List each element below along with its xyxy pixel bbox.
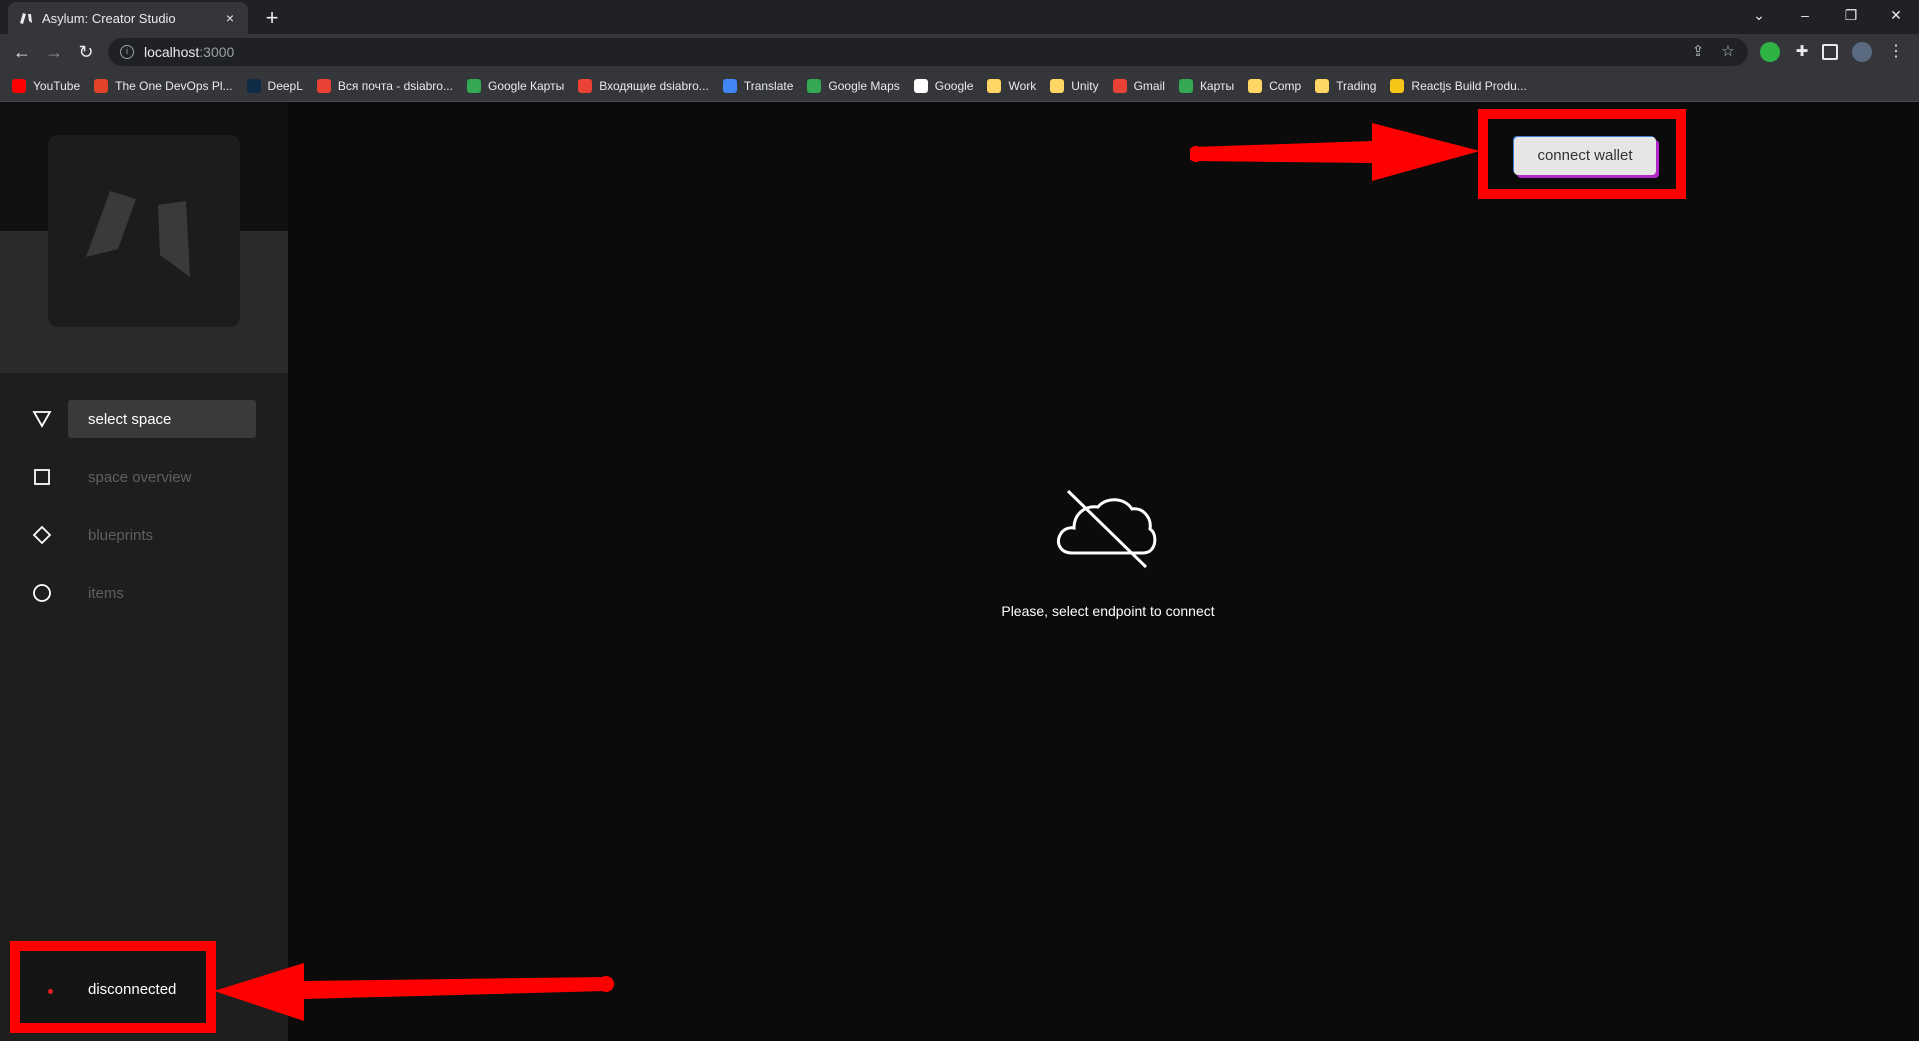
empty-state-message: Please, select endpoint to connect xyxy=(1001,603,1215,619)
extension-green-icon[interactable] xyxy=(1760,42,1780,62)
connection-status: disconnected xyxy=(10,941,216,1033)
tab-title: Asylum: Creator Studio xyxy=(42,10,176,26)
address-bar[interactable]: i localhost :3000 ⇪ ☆ xyxy=(108,38,1748,66)
nav-item-space-overview[interactable]: space overview xyxy=(0,458,288,496)
bookmark-favicon-icon xyxy=(1112,78,1127,93)
extensions-puzzle-icon[interactable]: ✚ xyxy=(1792,42,1812,62)
bookmark-favicon-icon xyxy=(578,78,593,93)
bookmark-label: Карты xyxy=(1199,78,1235,93)
tab-close-icon[interactable]: × xyxy=(222,10,238,26)
nav-item-label: blueprints xyxy=(88,526,154,544)
nav-item-blueprints[interactable]: blueprints xyxy=(0,516,288,554)
status-dot-icon xyxy=(48,989,53,994)
bookmark-item[interactable]: Translate xyxy=(722,78,794,93)
bookmark-label: Comp xyxy=(1269,78,1302,93)
nav-item-label: select space xyxy=(88,410,172,428)
bookmark-label: Google Карты xyxy=(487,78,565,93)
bookmark-item[interactable]: DeepL xyxy=(246,78,303,93)
nav-item-label: space overview xyxy=(88,468,192,486)
connect-wallet-button[interactable]: connect wallet xyxy=(1514,137,1656,175)
bookmark-label: Translate xyxy=(743,78,794,93)
new-tab-button[interactable]: + xyxy=(258,4,286,32)
bookmark-favicon-icon xyxy=(466,78,481,93)
bookmark-item[interactable]: Gmail xyxy=(1112,78,1165,93)
bookmark-label: Google Maps xyxy=(828,78,900,93)
bookmark-label: Входящие dsiabro... xyxy=(599,78,709,93)
diamond-icon xyxy=(30,523,54,547)
bookmark-label: Work xyxy=(1008,78,1037,93)
restore-icon[interactable]: ❐ xyxy=(1828,0,1874,30)
url-host: localhost xyxy=(144,44,200,60)
bookmark-favicon-icon xyxy=(987,78,1002,93)
forward-icon[interactable]: → xyxy=(40,38,68,66)
bookmark-label: Gmail xyxy=(1133,78,1165,93)
profile-avatar[interactable] xyxy=(1852,42,1872,62)
bookmark-item[interactable]: YouTube xyxy=(12,78,81,93)
bookmark-item[interactable]: Google Карты xyxy=(466,78,565,93)
connect-wallet-highlight: connect wallet xyxy=(1478,109,1686,199)
asylum-favicon-icon xyxy=(18,10,34,26)
bookmark-label: DeepL xyxy=(267,78,303,93)
sidebar: select space space overview blueprints item… xyxy=(0,103,288,1041)
tab-search-icon[interactable]: ⌄ xyxy=(1736,0,1782,30)
bookmark-item[interactable]: Карты xyxy=(1178,78,1235,93)
bookmark-label: Вся почта - dsiabro... xyxy=(337,78,453,93)
square-icon xyxy=(30,465,54,489)
nav-item-items[interactable]: items xyxy=(0,574,288,612)
cloud-off-icon xyxy=(1057,489,1157,569)
browser-tabbar: Asylum: Creator Studio × + ⌄ – ❐ ✕ xyxy=(0,0,1919,34)
bookmarks-bar: YouTube The One DevOps Pl... DeepL Вся почт… xyxy=(0,70,1919,102)
bookmark-item[interactable]: Google Maps xyxy=(807,78,900,93)
bookmark-favicon-icon xyxy=(1050,78,1065,93)
bookmark-favicon-icon xyxy=(913,78,928,93)
bookmark-favicon-icon xyxy=(246,78,261,93)
bookmark-favicon-icon xyxy=(1315,78,1330,93)
bookmark-favicon-icon xyxy=(12,78,26,93)
status-text: disconnected xyxy=(88,981,177,998)
bookmark-item[interactable]: Google xyxy=(913,78,974,93)
browser-menu-icon[interactable]: ⋮ xyxy=(1886,42,1906,62)
bookmark-item[interactable]: Вся почта - dsiabro... xyxy=(316,78,453,93)
browser-tab[interactable]: Asylum: Creator Studio × xyxy=(8,2,248,34)
bookmark-favicon-icon xyxy=(1390,78,1405,93)
bookmark-item[interactable]: Входящие dsiabro... xyxy=(578,78,709,93)
bookmark-item[interactable]: Reactjs Build Produ... xyxy=(1390,78,1527,93)
bookmark-favicon-icon xyxy=(1178,78,1193,93)
bookmark-item[interactable]: Trading xyxy=(1315,78,1377,93)
share-icon[interactable]: ⇪ xyxy=(1684,38,1712,66)
annotation-arrow-left-icon xyxy=(214,963,614,1021)
bookmark-label: Trading xyxy=(1336,78,1377,93)
bookmark-label: The One DevOps Pl... xyxy=(115,78,233,93)
bookmark-item[interactable]: Work xyxy=(987,78,1037,93)
app-logo[interactable] xyxy=(48,135,240,327)
bookmark-item[interactable]: Comp xyxy=(1248,78,1302,93)
bookmark-star-icon[interactable]: ☆ xyxy=(1714,38,1742,66)
reload-icon[interactable]: ↻ xyxy=(72,38,100,66)
bookmark-label: Google xyxy=(934,78,974,93)
side-panel-icon[interactable] xyxy=(1822,44,1838,60)
bookmark-favicon-icon xyxy=(722,78,737,93)
close-window-icon[interactable]: ✕ xyxy=(1873,0,1919,30)
minimize-icon[interactable]: – xyxy=(1782,0,1828,30)
bookmark-item[interactable]: The One DevOps Pl... xyxy=(94,78,233,93)
nav-item-label: items xyxy=(88,584,124,602)
nav-item-select-space[interactable]: select space xyxy=(0,400,288,438)
bookmark-label: Unity xyxy=(1071,78,1099,93)
bookmark-favicon-icon xyxy=(94,78,109,93)
back-icon[interactable]: ← xyxy=(8,38,36,66)
bookmark-favicon-icon xyxy=(1248,78,1263,93)
browser-toolbar: ← → ↻ i localhost :3000 ⇪ ☆ ✚ ⋮ xyxy=(0,34,1919,70)
bookmark-label: Reactjs Build Produ... xyxy=(1411,78,1527,93)
bookmark-item[interactable]: Unity xyxy=(1050,78,1099,93)
url-port: :3000 xyxy=(199,44,235,60)
annotation-arrow-right-icon xyxy=(1190,123,1480,181)
triangle-down-icon xyxy=(30,407,54,431)
bookmark-favicon-icon xyxy=(807,78,822,93)
circle-icon xyxy=(30,581,54,605)
bookmark-label: YouTube xyxy=(33,78,81,93)
site-info-icon[interactable]: i xyxy=(120,45,134,59)
app-root: select space space overview blueprints item… xyxy=(0,103,1919,1041)
bookmark-favicon-icon xyxy=(316,78,331,93)
